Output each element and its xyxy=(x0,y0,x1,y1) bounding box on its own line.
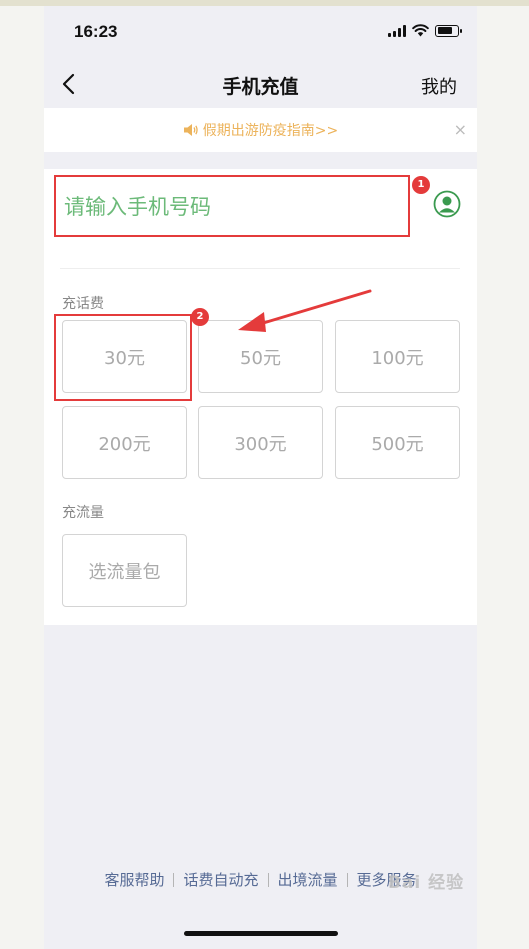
data-plan-button[interactable]: 选流量包 xyxy=(62,534,187,607)
annotation-highlight-box xyxy=(54,314,192,401)
right-background xyxy=(477,6,529,949)
divider xyxy=(60,268,460,269)
status-time: 16:23 xyxy=(74,22,118,41)
watermark: Bai 经验 xyxy=(388,873,465,893)
footer-link-roaming[interactable]: 出境流量 xyxy=(269,869,347,890)
battery-icon xyxy=(435,24,462,37)
phone-screen: 16:23 手机充值 我的 假期出游防疫指南>> × 请输入手机号码 1 充话费… xyxy=(44,6,477,949)
footer-link-auto-recharge[interactable]: 话费自动充 xyxy=(174,869,267,890)
notice-link[interactable]: 假期出游防疫指南>> xyxy=(183,120,338,140)
nav-bar: 手机充值 我的 xyxy=(44,60,477,108)
data-plan-section-label: 充流量 xyxy=(62,505,104,521)
amount-option[interactable]: 50元 xyxy=(198,320,323,393)
amount-option[interactable]: 200元 xyxy=(62,406,187,479)
phone-number-input[interactable]: 请输入手机号码 xyxy=(54,175,410,237)
close-icon[interactable]: × xyxy=(454,120,467,139)
speaker-icon xyxy=(183,124,198,136)
annotation-marker-1: 1 xyxy=(412,176,430,194)
recharge-card: 请输入手机号码 1 充话费 30元 50元 100元 200元 300元 500… xyxy=(44,169,477,625)
my-account-link[interactable]: 我的 xyxy=(421,73,457,99)
notice-banner: 假期出游防疫指南>> × xyxy=(44,108,477,152)
recharge-section-label: 充话费 xyxy=(62,296,104,312)
wifi-icon xyxy=(412,24,429,37)
amount-option[interactable]: 500元 xyxy=(335,406,460,479)
annotation-marker-2: 2 xyxy=(191,308,209,326)
footer-link-help[interactable]: 客服帮助 xyxy=(95,869,173,890)
status-bar: 16:23 xyxy=(44,6,477,56)
contact-icon[interactable] xyxy=(433,190,461,218)
notice-text: 假期出游防疫指南>> xyxy=(202,123,339,139)
left-background xyxy=(0,6,44,949)
page-title: 手机充值 xyxy=(222,76,299,98)
status-icons xyxy=(388,24,462,37)
amount-option[interactable]: 300元 xyxy=(198,406,323,479)
amount-option[interactable]: 100元 xyxy=(335,320,460,393)
home-indicator xyxy=(184,931,338,936)
signal-icon xyxy=(388,24,406,37)
